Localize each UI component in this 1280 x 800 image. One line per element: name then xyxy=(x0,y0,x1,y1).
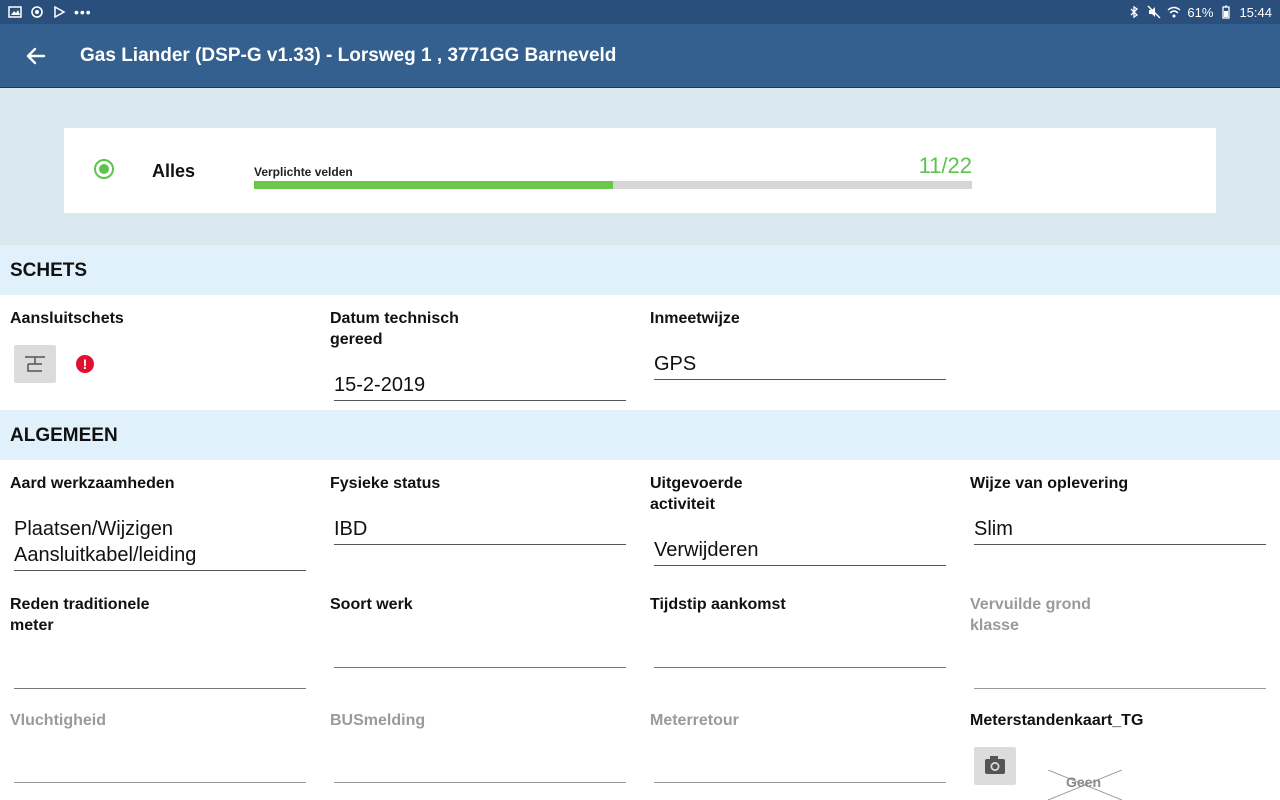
field-vluchtigheid: Vluchtigheid xyxy=(10,710,310,783)
section-title: SCHETS xyxy=(10,260,88,281)
busmelding-input[interactable] xyxy=(334,756,626,783)
required-fields-count: 11/22 xyxy=(918,153,972,178)
no-photo-label: Geen xyxy=(1066,774,1102,790)
field-label-line: activiteit xyxy=(650,496,715,513)
soort-werk-input[interactable] xyxy=(334,641,626,668)
clock: 15:44 xyxy=(1239,4,1272,20)
field-label: Soort werk xyxy=(330,596,413,613)
field-reden-traditionele-meter: Reden traditionele meter xyxy=(10,594,310,689)
reden-traditionele-meter-input[interactable] xyxy=(14,662,306,689)
image-icon xyxy=(8,6,22,18)
play-store-icon xyxy=(54,5,66,19)
field-label-line: gereed xyxy=(330,331,383,348)
mute-icon xyxy=(1147,5,1161,19)
field-value-line: Plaatsen/Wijzigen xyxy=(14,518,173,540)
uitgevoerde-activiteit-input[interactable]: Verwijderen xyxy=(654,537,946,566)
field-label: Meterstandenkaart_TG xyxy=(970,712,1144,729)
field-label: Uitgevoerde activiteit xyxy=(650,473,950,515)
field-label: Aansluitschets xyxy=(10,310,124,327)
camera-button[interactable] xyxy=(974,747,1016,785)
battery-icon xyxy=(1222,5,1231,19)
field-label-line: Datum technisch xyxy=(330,310,459,327)
section-title: ALGEMEEN xyxy=(10,425,118,446)
radio-selected-dot xyxy=(99,164,109,174)
progress-area: Alles Verplichte velden 11/22 xyxy=(0,88,1280,245)
status-bar: ••• 61% 15:44 xyxy=(0,0,1280,24)
field-label-line: Uitgevoerde xyxy=(650,475,743,492)
app-bar: Gas Liander (DSP-G v1.33) - Lorsweg 1 , … xyxy=(0,24,1280,88)
field-value-line: Aansluitkabel/leiding xyxy=(14,544,197,566)
field-label: Fysieke status xyxy=(330,475,441,492)
fysieke-status-input[interactable]: IBD xyxy=(334,516,626,545)
field-label-line: Vervuilde grond xyxy=(970,596,1091,613)
battery-level: 61% xyxy=(1187,4,1214,20)
section-header-algemeen: ALGEMEEN xyxy=(0,410,1280,460)
back-arrow-icon[interactable] xyxy=(22,44,50,68)
field-label: Meterretour xyxy=(650,712,739,729)
filter-label: Alles xyxy=(152,161,196,181)
field-meterstandenkaart: Meterstandenkaart_TG xyxy=(970,710,1270,731)
sketch-button[interactable] xyxy=(14,345,56,383)
page-title: Gas Liander (DSP-G v1.33) - Lorsweg 1 , … xyxy=(80,45,617,66)
wijze-van-oplevering-input[interactable]: Slim xyxy=(974,516,1266,545)
sketch-icon xyxy=(25,356,45,372)
field-wijze-van-oplevering: Wijze van oplevering Slim xyxy=(970,473,1270,545)
field-fysieke-status: Fysieke status IBD xyxy=(330,473,630,545)
bluetooth-icon xyxy=(1130,5,1139,19)
filter-radio[interactable] xyxy=(94,159,114,179)
field-tijdstip-aankomst: Tijdstip aankomst xyxy=(650,594,950,668)
meterretour-input[interactable] xyxy=(654,756,946,783)
field-label-line: Reden traditionele xyxy=(10,596,150,613)
field-meterretour: Meterretour xyxy=(650,710,950,783)
field-label: BUSmelding xyxy=(330,712,426,729)
more-icon: ••• xyxy=(74,4,92,20)
field-label: Aard werkzaamheden xyxy=(10,475,175,492)
sync-icon xyxy=(31,6,43,18)
field-label: Inmeetwijze xyxy=(650,310,740,327)
field-uitgevoerde-activiteit: Uitgevoerde activiteit Verwijderen xyxy=(650,473,950,566)
field-soort-werk: Soort werk xyxy=(330,594,630,668)
camera-icon xyxy=(985,756,1005,774)
field-label-line: klasse xyxy=(970,617,1019,634)
progress-bar xyxy=(254,181,972,189)
field-label: Reden traditionele meter xyxy=(10,594,310,636)
field-aard-werkzaamheden: Aard werkzaamheden Plaatsen/Wijzigen Aan… xyxy=(10,473,310,571)
progress-bar-fill xyxy=(254,181,613,189)
tijdstip-aankomst-input[interactable] xyxy=(654,641,946,668)
field-label: Vluchtigheid xyxy=(10,712,106,729)
wifi-icon xyxy=(1167,6,1181,18)
field-datum-technisch-gereed: Datum technisch gereed 15-2-2019 xyxy=(330,308,630,401)
field-label: Datum technisch gereed xyxy=(330,308,630,350)
field-label: Wijze van oplevering xyxy=(970,475,1129,492)
field-label-line: meter xyxy=(10,617,54,634)
datum-input[interactable]: 15-2-2019 xyxy=(334,372,626,401)
aard-werkzaamheden-input[interactable]: Plaatsen/Wijzigen Aansluitkabel/leiding xyxy=(14,516,306,571)
section-header-schets: SCHETS xyxy=(0,245,1280,295)
field-inmeetwijze: Inmeetwijze GPS xyxy=(650,308,950,380)
vervuilde-grond-klasse-input[interactable] xyxy=(974,662,1266,689)
vluchtigheid-input[interactable] xyxy=(14,756,306,783)
field-label: Tijdstip aankomst xyxy=(650,596,786,613)
error-icon: ! xyxy=(76,355,94,373)
required-fields-label: Verplichte velden xyxy=(254,165,353,179)
field-vervuilde-grond-klasse: Vervuilde grond klasse xyxy=(970,594,1270,689)
progress-card: Alles Verplichte velden 11/22 xyxy=(64,128,1216,213)
field-aansluitschets: Aansluitschets xyxy=(10,308,310,329)
inmeetwijze-input[interactable]: GPS xyxy=(654,351,946,380)
field-label: Vervuilde grond klasse xyxy=(970,594,1270,636)
field-busmelding: BUSmelding xyxy=(330,710,630,783)
